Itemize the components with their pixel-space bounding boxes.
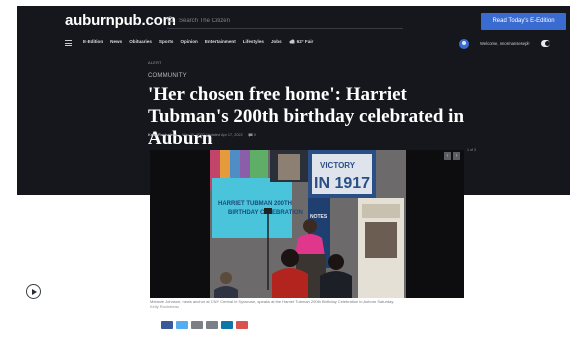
photo-image: HARRIET TUBMAN 200TH BIRTHDAY CELEBRATIO… — [210, 150, 406, 298]
article-photo[interactable]: HARRIET TUBMAN 200TH BIRTHDAY CELEBRATIO… — [150, 150, 464, 298]
nav-item-opinion[interactable]: Opinion — [180, 39, 197, 44]
photo-sign-victory: VICTORY — [320, 161, 356, 170]
user-avatar-icon[interactable] — [459, 39, 469, 49]
nav-item-obituaries[interactable]: Obituaries — [129, 39, 152, 44]
nav-item-jobs[interactable]: Jobs — [271, 39, 282, 44]
welcome-text[interactable]: Welcome, nnormansesepl! — [480, 41, 530, 46]
gallery-prev-button[interactable]: ‹ — [444, 152, 451, 160]
email-icon[interactable] — [191, 321, 203, 329]
nav-item-weather[interactable]: 62° Fair — [289, 39, 314, 44]
print-icon[interactable] — [206, 321, 218, 329]
cloud-icon — [289, 39, 295, 44]
photo-sign-notes: NOTES — [310, 214, 328, 220]
linkedin-icon[interactable] — [221, 321, 233, 329]
publish-dates: Mar 10, 2022 Updated Apr 17, 2022 — [182, 133, 243, 137]
page: auburnpub.com Read Today's E-Edition E-E… — [0, 0, 587, 360]
comments-link[interactable]: 0 — [248, 133, 256, 137]
nav-item-lifestyles[interactable]: Lifestyles — [243, 39, 264, 44]
photo-sign-birthday: HARRIET TUBMAN 200TH — [218, 201, 292, 207]
gallery-next-button[interactable]: › — [453, 152, 460, 160]
dark-mode-toggle[interactable] — [541, 40, 550, 47]
facebook-icon[interactable] — [161, 321, 173, 329]
top-bar: auburnpub.com Read Today's E-Edition — [17, 6, 570, 34]
play-audio-icon[interactable] — [26, 284, 41, 299]
nav-item-sports[interactable]: Sports — [159, 39, 174, 44]
section-label[interactable]: COMMUNITY — [148, 73, 187, 79]
site-logo[interactable]: auburnpub.com — [65, 12, 176, 29]
nav-items: E-Edition News Obituaries Sports Opinion… — [83, 39, 313, 44]
search-bar — [167, 15, 403, 29]
comment-icon — [248, 133, 253, 137]
svg-text:IN 1917: IN 1917 — [314, 175, 370, 192]
photo-caption: Melanie Johnson, news anchor at CNY Cent… — [150, 299, 464, 309]
article-headline: 'Her chosen free home': Harriet Tubman's… — [148, 84, 465, 149]
weather-label: 62° Fair — [296, 39, 314, 44]
search-icon[interactable] — [167, 16, 175, 24]
comment-count: 0 — [253, 133, 256, 137]
search-input[interactable] — [179, 15, 379, 27]
byline: Kelly Rocheleau Mar 10, 2022 Updated Apr… — [148, 133, 256, 137]
twitter-icon[interactable] — [176, 321, 188, 329]
alert-tag: ALERT — [148, 61, 162, 65]
pinterest-icon[interactable] — [236, 321, 248, 329]
share-buttons — [161, 321, 248, 329]
photo-count: 1 of 3 — [467, 148, 476, 152]
author-name[interactable]: Kelly Rocheleau — [148, 133, 177, 137]
photo-credit: Kelly Rocheleau — [150, 304, 179, 310]
read-eedition-button[interactable]: Read Today's E-Edition — [481, 13, 566, 30]
hamburger-menu-icon[interactable] — [65, 40, 72, 46]
nav-item-entertainment[interactable]: Entertainment — [205, 39, 236, 44]
nav-item-eedition[interactable]: E-Edition — [83, 39, 103, 44]
main-nav: E-Edition News Obituaries Sports Opinion… — [17, 36, 570, 52]
nav-item-news[interactable]: News — [110, 39, 122, 44]
